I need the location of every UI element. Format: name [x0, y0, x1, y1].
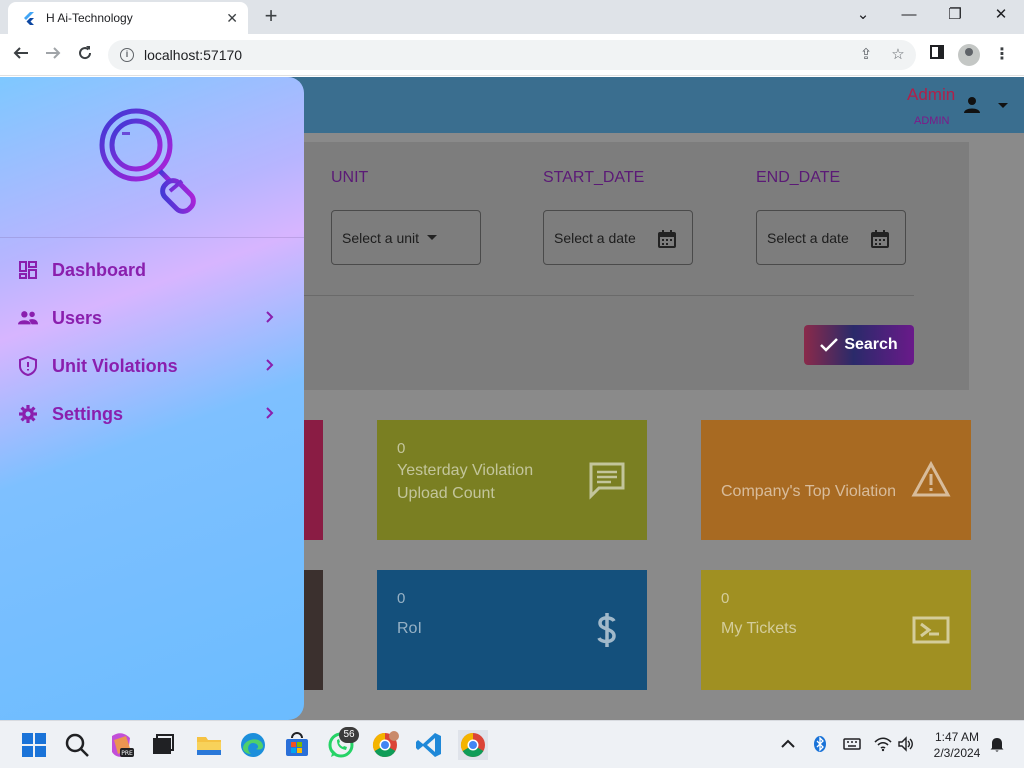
- start-date-field[interactable]: Select a date: [543, 210, 693, 265]
- user-name: Admin: [907, 85, 956, 104]
- new-tab-button[interactable]: +: [258, 4, 284, 30]
- vscode-icon[interactable]: [414, 730, 444, 760]
- nav-item-settings[interactable]: Settings: [0, 392, 304, 436]
- user-role: ADMIN: [914, 115, 950, 127]
- minimize-button[interactable]: —: [897, 4, 921, 28]
- address-bar[interactable]: i localhost:57170 ⇪ ☆: [108, 40, 916, 70]
- copilot-icon[interactable]: PRE: [106, 730, 136, 760]
- account-dropdown-icon[interactable]: [998, 103, 1008, 108]
- start-date-label: START_DATE: [543, 169, 645, 186]
- forward-arrow-icon: [46, 47, 61, 59]
- ticket-icon: [912, 616, 950, 644]
- nav-item-users[interactable]: Users: [0, 296, 304, 340]
- shield-icon: [19, 356, 37, 376]
- chevron-right-icon: [266, 359, 274, 371]
- notification-bell-icon[interactable]: [988, 736, 1006, 752]
- reload-button[interactable]: [72, 42, 98, 68]
- browser-toolbar: i localhost:57170 ⇪ ☆ ⋮: [0, 34, 1024, 76]
- nav-label: Users: [52, 307, 103, 328]
- back-button[interactable]: [8, 42, 34, 68]
- drawer-divider: [0, 237, 304, 238]
- site-info-icon[interactable]: i: [120, 48, 134, 62]
- nav-item-unit-violations[interactable]: Unit Violations: [0, 344, 304, 388]
- end-date-field[interactable]: Select a date: [756, 210, 906, 265]
- forward-button[interactable]: [40, 42, 66, 68]
- bookmark-star-icon[interactable]: ☆: [886, 40, 910, 70]
- chevron-right-icon: [266, 407, 274, 419]
- chevron-down-icon: [427, 235, 438, 240]
- windows-start-icon[interactable]: [19, 730, 49, 760]
- unit-select-value: Select a unit: [342, 229, 420, 246]
- dashboard-icon: [19, 261, 37, 279]
- card-label: My Tickets: [721, 620, 797, 637]
- card-roi[interactable]: 0 RoI: [377, 570, 647, 690]
- navigation-drawer: Dashboard Users Unit Violations Settings: [0, 77, 304, 720]
- chevron-up-icon[interactable]: [779, 736, 797, 752]
- microsoft-store-icon[interactable]: [282, 730, 312, 760]
- gear-icon: [19, 405, 37, 423]
- card-top-violation[interactable]: Company's Top Violation: [701, 420, 971, 540]
- nav-label: Unit Violations: [52, 355, 178, 376]
- clock-date[interactable]: 2/3/2024: [928, 746, 986, 760]
- clock-time[interactable]: 1:47 AM: [932, 730, 982, 744]
- search-button[interactable]: Search: [804, 325, 914, 365]
- dollar-icon: [597, 613, 616, 647]
- card-label: RoI: [397, 620, 422, 637]
- calendar-icon[interactable]: [657, 229, 677, 249]
- chevron-right-icon: [266, 311, 274, 323]
- wifi-icon[interactable]: [874, 736, 892, 752]
- url-text: localhost:57170: [144, 47, 243, 63]
- nav-item-dashboard[interactable]: Dashboard: [0, 248, 304, 292]
- browser-menu-icon[interactable]: ⋮: [989, 42, 1015, 68]
- os-taskbar: PRE: [0, 720, 1024, 768]
- keyboard-icon[interactable]: [843, 736, 861, 752]
- restore-button[interactable]: ❐: [943, 4, 967, 28]
- card-my-tickets[interactable]: 0 My Tickets: [701, 570, 971, 690]
- warning-icon: [911, 460, 951, 497]
- unit-label: UNIT: [331, 169, 369, 186]
- chrome-profile-icon[interactable]: [370, 730, 400, 760]
- card-value: 0: [397, 590, 406, 607]
- tab-close-icon[interactable]: ✕: [226, 10, 238, 27]
- card-yesterday-violation[interactable]: 0 Yesterday Violation Upload Count: [377, 420, 647, 540]
- users-icon: [18, 311, 38, 325]
- start-date-value: Select a date: [554, 229, 636, 246]
- task-view-icon[interactable]: [148, 730, 178, 760]
- card-label: Company's Top Violation: [721, 483, 897, 500]
- person-icon[interactable]: [962, 95, 982, 115]
- card-value: 0: [721, 590, 730, 607]
- back-arrow-icon: [13, 47, 28, 59]
- file-explorer-icon[interactable]: [194, 730, 224, 760]
- magnifier-logo-icon: [99, 108, 196, 214]
- filter-divider: [282, 295, 914, 296]
- unit-select[interactable]: Select a unit: [331, 210, 481, 265]
- reload-icon: [79, 46, 92, 60]
- message-icon: [589, 462, 625, 500]
- calendar-icon[interactable]: [870, 229, 890, 249]
- card-label: Yesterday Violation Upload Count: [397, 462, 534, 502]
- nav-label: Dashboard: [52, 259, 147, 280]
- profile-avatar-icon[interactable]: [958, 44, 980, 66]
- svg-text:PRE: PRE: [121, 750, 133, 757]
- search-icon[interactable]: [62, 730, 92, 760]
- share-icon[interactable]: ⇪: [854, 40, 878, 70]
- chrome-icon[interactable]: [458, 730, 488, 760]
- tab-search-icon[interactable]: ⌄: [851, 4, 875, 28]
- tab-title: H Ai-Technology: [46, 11, 133, 25]
- whatsapp-badge: 56: [339, 727, 359, 743]
- flutter-icon: [24, 12, 34, 25]
- browser-tab[interactable]: H Ai-Technology ✕: [8, 2, 248, 34]
- check-icon: [820, 338, 839, 352]
- end-date-value: Select a date: [767, 229, 849, 246]
- end-date-label: END_DATE: [756, 169, 841, 186]
- close-window-button[interactable]: ✕: [989, 4, 1013, 28]
- bluetooth-icon[interactable]: [811, 736, 829, 752]
- volume-icon[interactable]: [897, 736, 915, 752]
- edge-icon[interactable]: [238, 730, 268, 760]
- card-value: 0: [397, 440, 406, 457]
- nav-label: Settings: [52, 403, 124, 424]
- side-panel-icon[interactable]: [924, 42, 950, 68]
- search-button-label: Search: [844, 336, 898, 353]
- browser-tabstrip: H Ai-Technology ✕ + ⌄ — ❐ ✕: [0, 0, 1024, 34]
